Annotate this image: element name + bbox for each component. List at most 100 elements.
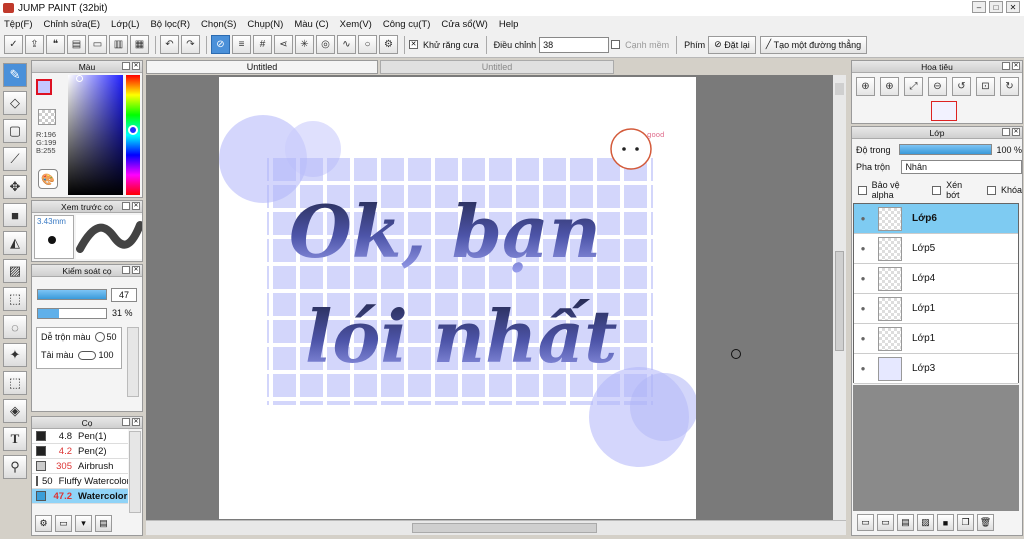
- brush-properties-icon[interactable]: ▤: [95, 515, 112, 532]
- reset-rotation-icon[interactable]: ⊡: [976, 77, 995, 96]
- select-eraser-tool-icon[interactable]: ◈: [3, 399, 27, 423]
- panel-float-icon[interactable]: [122, 418, 130, 426]
- settings-icon[interactable]: ⚙: [379, 35, 398, 54]
- tab-untitled-inactive[interactable]: Untitled: [380, 60, 614, 74]
- pages-icon[interactable]: ▥: [109, 35, 128, 54]
- ruler-off-icon[interactable]: ⊘: [211, 35, 230, 54]
- message-icon[interactable]: ▤: [67, 35, 86, 54]
- new-brush-icon[interactable]: ▭: [55, 515, 72, 532]
- visibility-icon[interactable]: ●: [854, 334, 872, 343]
- menu-select[interactable]: Chọn(S): [201, 19, 236, 30]
- visibility-icon[interactable]: ●: [854, 304, 872, 313]
- select-pen-tool-icon[interactable]: ⬚: [3, 371, 27, 395]
- panel-close-icon[interactable]: ✕: [132, 266, 140, 274]
- brush-opacity-slider[interactable]: [37, 308, 107, 319]
- zoom-out-icon[interactable]: ⊖: [928, 77, 947, 96]
- delete-layer-icon[interactable]: 🗑: [977, 514, 994, 531]
- export-icon[interactable]: ⇪: [25, 35, 44, 54]
- vertical-scroll-thumb[interactable]: [835, 251, 844, 351]
- menu-capture[interactable]: Chụp(N): [247, 19, 283, 30]
- menu-filter[interactable]: Bộ lọc(R): [150, 19, 190, 30]
- marquee-tool-icon[interactable]: ⬚: [3, 287, 27, 311]
- layer-blend-select[interactable]: Nhân: [901, 160, 1022, 174]
- tone-layer-icon[interactable]: ▨: [917, 514, 934, 531]
- adjust-input[interactable]: 38: [539, 36, 610, 53]
- brush-item[interactable]: 4.2 Pen(2): [32, 444, 128, 459]
- brush-tool-icon[interactable]: ✎: [3, 63, 27, 87]
- horizontal-scroll-thumb[interactable]: [412, 523, 597, 533]
- grid-ruler-icon[interactable]: #: [253, 35, 272, 54]
- parallel-ruler-icon[interactable]: ≡: [232, 35, 251, 54]
- clipping-checkbox[interactable]: [932, 185, 942, 195]
- reload-toggle[interactable]: [77, 350, 96, 360]
- panel-close-icon[interactable]: ✕: [132, 202, 140, 210]
- panel-close-icon[interactable]: ✕: [132, 62, 140, 70]
- brush-item[interactable]: 305 Airbrush: [32, 459, 128, 474]
- panel-float-icon[interactable]: [122, 266, 130, 274]
- menu-window[interactable]: Cửa sổ(W): [441, 19, 487, 30]
- visibility-icon[interactable]: ●: [854, 364, 872, 373]
- eraser-tool-icon[interactable]: ◇: [3, 91, 27, 115]
- visibility-icon[interactable]: ●: [854, 274, 872, 283]
- layer-row[interactable]: ● Lớp5: [854, 234, 1018, 264]
- folder-icon[interactable]: ■: [937, 514, 954, 531]
- layer-row[interactable]: ● Lớp1: [854, 294, 1018, 324]
- transparent-color-swatch[interactable]: [38, 109, 56, 125]
- visibility-icon[interactable]: ●: [854, 214, 872, 223]
- minimize-button[interactable]: –: [972, 1, 986, 13]
- move-tool-icon[interactable]: ✥: [3, 175, 27, 199]
- perspective-ruler-icon[interactable]: ⋖: [274, 35, 293, 54]
- layer-row[interactable]: ● Lớp6: [854, 204, 1018, 234]
- circle-ruler-icon[interactable]: ○: [358, 35, 377, 54]
- text-tool-icon[interactable]: T: [3, 427, 27, 451]
- redo-icon[interactable]: ↷: [181, 35, 200, 54]
- radial-ruler-icon[interactable]: ✳: [295, 35, 314, 54]
- check-icon[interactable]: ✓: [4, 35, 23, 54]
- panel-float-icon[interactable]: [122, 202, 130, 210]
- brush-control-scrollbar[interactable]: [127, 327, 139, 397]
- panel-close-icon[interactable]: ✕: [1012, 128, 1020, 136]
- lasso-tool-icon[interactable]: ◌: [3, 315, 27, 339]
- new-layer-alt-icon[interactable]: ▭: [877, 514, 894, 531]
- layer-opacity-slider[interactable]: [898, 144, 993, 155]
- fit-view-icon[interactable]: ⤢: [904, 77, 923, 96]
- duplicate-layer-icon[interactable]: ❐: [957, 514, 974, 531]
- canvas-horizontal-scrollbar[interactable]: [146, 520, 846, 535]
- concentric-ruler-icon[interactable]: ◎: [316, 35, 335, 54]
- magic-wand-tool-icon[interactable]: ✦: [3, 343, 27, 367]
- grid-layout-icon[interactable]: ▦: [130, 35, 149, 54]
- zoom-in-alt-icon[interactable]: ⊕: [880, 77, 899, 96]
- saturation-value-picker[interactable]: [68, 75, 123, 195]
- panel-close-icon[interactable]: ✕: [132, 418, 140, 426]
- undo-icon[interactable]: ↶: [160, 35, 179, 54]
- brush-size-slider[interactable]: [37, 289, 107, 300]
- canvas-vertical-scrollbar[interactable]: [833, 75, 846, 522]
- menu-help[interactable]: Help: [499, 19, 519, 30]
- new-layer-icon[interactable]: ▭: [857, 514, 874, 531]
- lock-checkbox[interactable]: [987, 185, 996, 195]
- layer-row[interactable]: ● Lớp1: [854, 324, 1018, 354]
- foreground-color-swatch[interactable]: [36, 79, 52, 95]
- navigator-thumbnail[interactable]: [931, 101, 957, 121]
- eyedropper-tool-icon[interactable]: ⚲: [3, 455, 27, 479]
- comment-icon[interactable]: ❝: [46, 35, 65, 54]
- tab-untitled-active[interactable]: Untitled: [146, 60, 378, 74]
- brush-size-input[interactable]: 47: [111, 288, 137, 302]
- menu-file[interactable]: Tệp(F): [4, 19, 33, 30]
- layer-row[interactable]: ● Lớp3: [854, 354, 1018, 384]
- rotate-right-icon[interactable]: ↻: [1000, 77, 1019, 96]
- menu-edit[interactable]: Chỉnh sửa(E): [44, 19, 101, 30]
- maximize-button[interactable]: □: [989, 1, 1003, 13]
- bucket-tool-icon[interactable]: ◭: [3, 231, 27, 255]
- gradient-tool-icon[interactable]: ▨: [3, 259, 27, 283]
- close-button[interactable]: ✕: [1006, 1, 1020, 13]
- curve-ruler-icon[interactable]: ∿: [337, 35, 356, 54]
- line-tool-icon[interactable]: ⟋: [3, 147, 27, 171]
- panel-float-icon[interactable]: [122, 62, 130, 70]
- menu-tools[interactable]: Công cụ(T): [383, 19, 431, 30]
- page-icon[interactable]: ▭: [88, 35, 107, 54]
- select-tool-icon[interactable]: ▢: [3, 119, 27, 143]
- brush-item[interactable]: 4.8 Pen(1): [32, 429, 128, 444]
- brush-settings-icon[interactable]: ⚙: [35, 515, 52, 532]
- brush-menu-icon[interactable]: ▾: [75, 515, 92, 532]
